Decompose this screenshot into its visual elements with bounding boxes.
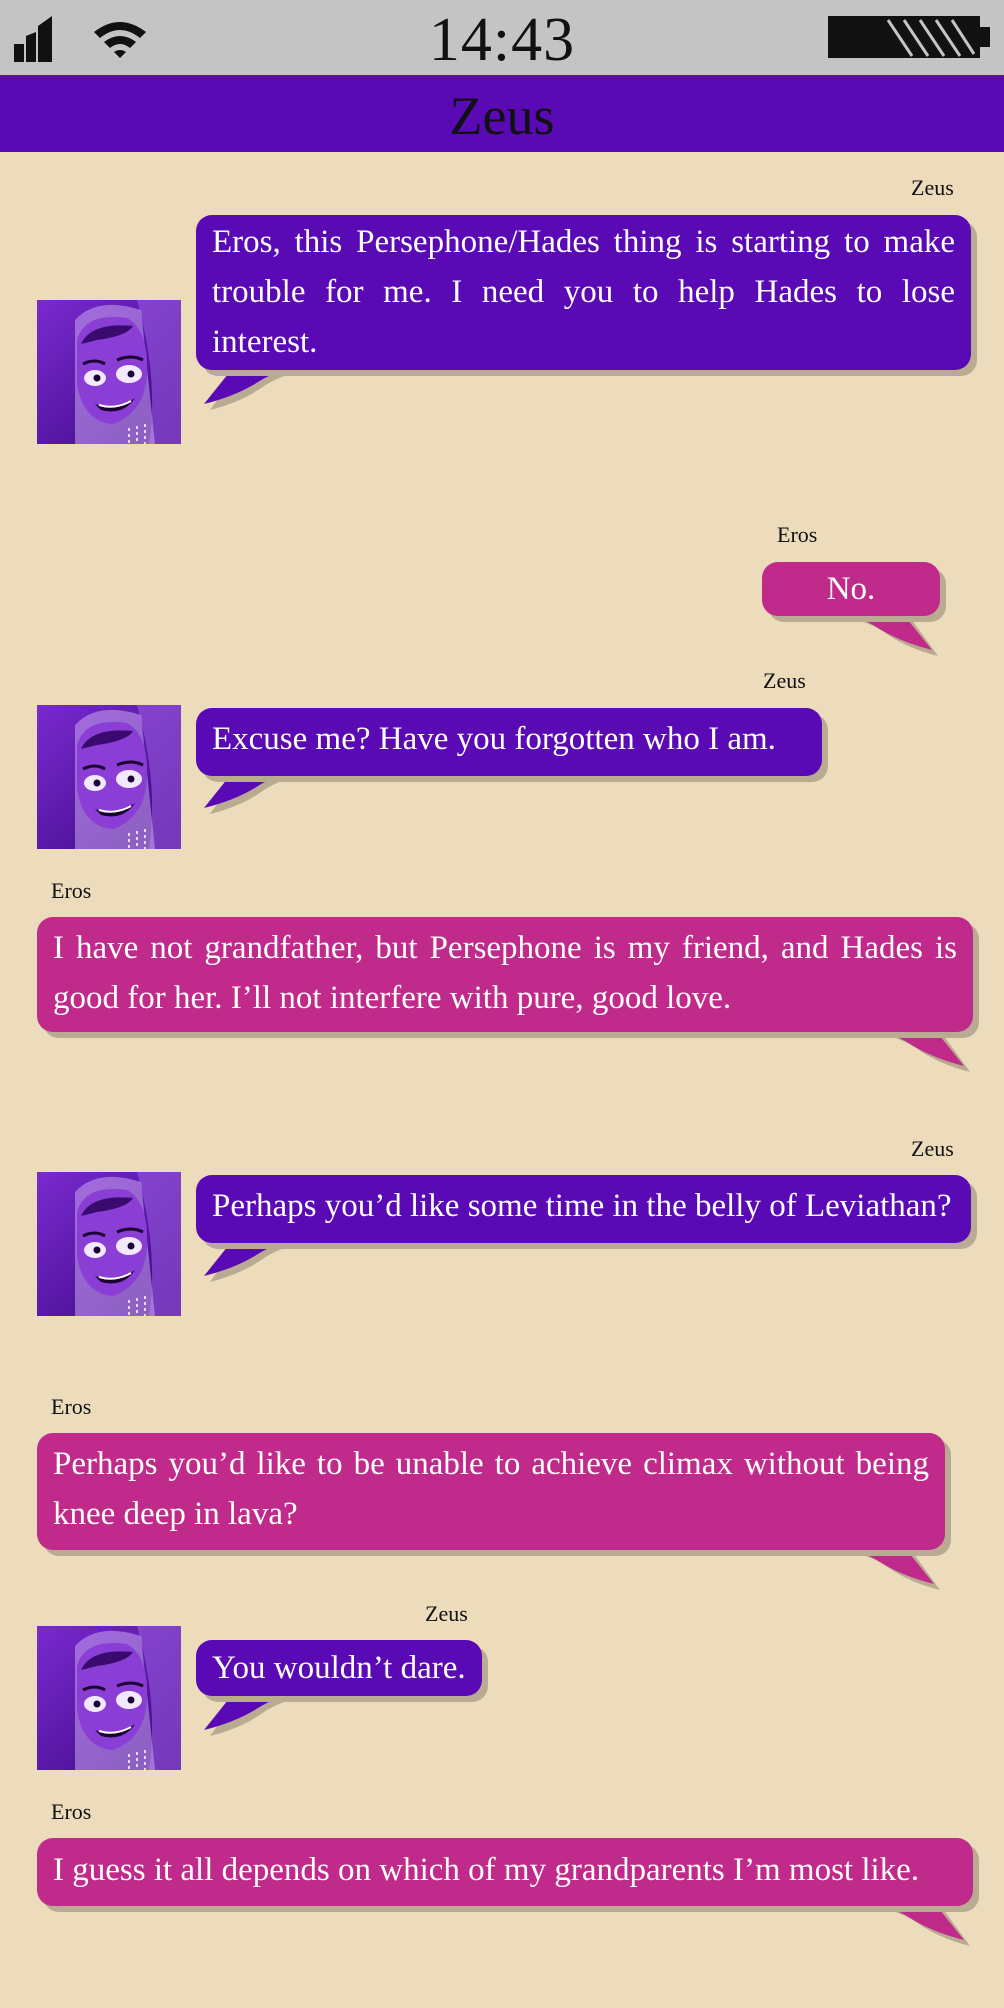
zeus-avatar[interactable]	[37, 1626, 181, 1770]
sender-label: Eros	[51, 1799, 92, 1824]
sender-label: Zeus	[763, 668, 806, 693]
sender-label: Eros	[777, 522, 818, 547]
battery-icon	[828, 14, 992, 64]
sender-label: Zeus	[911, 1136, 954, 1161]
bubble-tail	[852, 1900, 972, 1950]
message-bubble-eros[interactable]: I guess it all depends on which of my gr…	[37, 1838, 973, 1906]
zeus-avatar[interactable]	[37, 300, 181, 444]
message-bubble-zeus[interactable]: Excuse me? Have you forgotten who I am.	[196, 708, 822, 776]
sender-label: Zeus	[911, 175, 954, 200]
chat-app: 14:43 Zeus Zeus Eros, this Persephone/Ha…	[0, 0, 1004, 2008]
sender-label: Eros	[51, 1394, 92, 1419]
message-bubble-zeus[interactable]: Perhaps you’d like some time in the bell…	[196, 1175, 971, 1243]
bubble-tail	[820, 610, 940, 660]
bubble-tail	[202, 364, 322, 414]
bubble-tail	[202, 1690, 322, 1740]
sender-label: Eros	[51, 878, 92, 903]
bubble-tail	[852, 1026, 972, 1076]
zeus-avatar[interactable]	[37, 705, 181, 849]
message-bubble-zeus[interactable]: You wouldn’t dare.	[196, 1640, 482, 1696]
status-bar: 14:43	[0, 0, 1004, 75]
sender-label: Zeus	[425, 1601, 468, 1626]
message-bubble-eros[interactable]: I have not grandfather, but Persephone i…	[37, 917, 973, 1032]
zeus-avatar[interactable]	[37, 1172, 181, 1316]
contact-name[interactable]: Zeus	[0, 75, 1004, 152]
message-bubble-zeus[interactable]: Eros, this Persephone/Hades thing is sta…	[196, 215, 971, 370]
chat-header: Zeus	[0, 75, 1004, 152]
message-bubble-eros[interactable]: Perhaps you’d like to be unable to achie…	[37, 1433, 945, 1550]
bubble-tail	[202, 1236, 322, 1286]
bubble-tail	[822, 1544, 942, 1594]
message-bubble-eros[interactable]: No.	[762, 562, 940, 616]
